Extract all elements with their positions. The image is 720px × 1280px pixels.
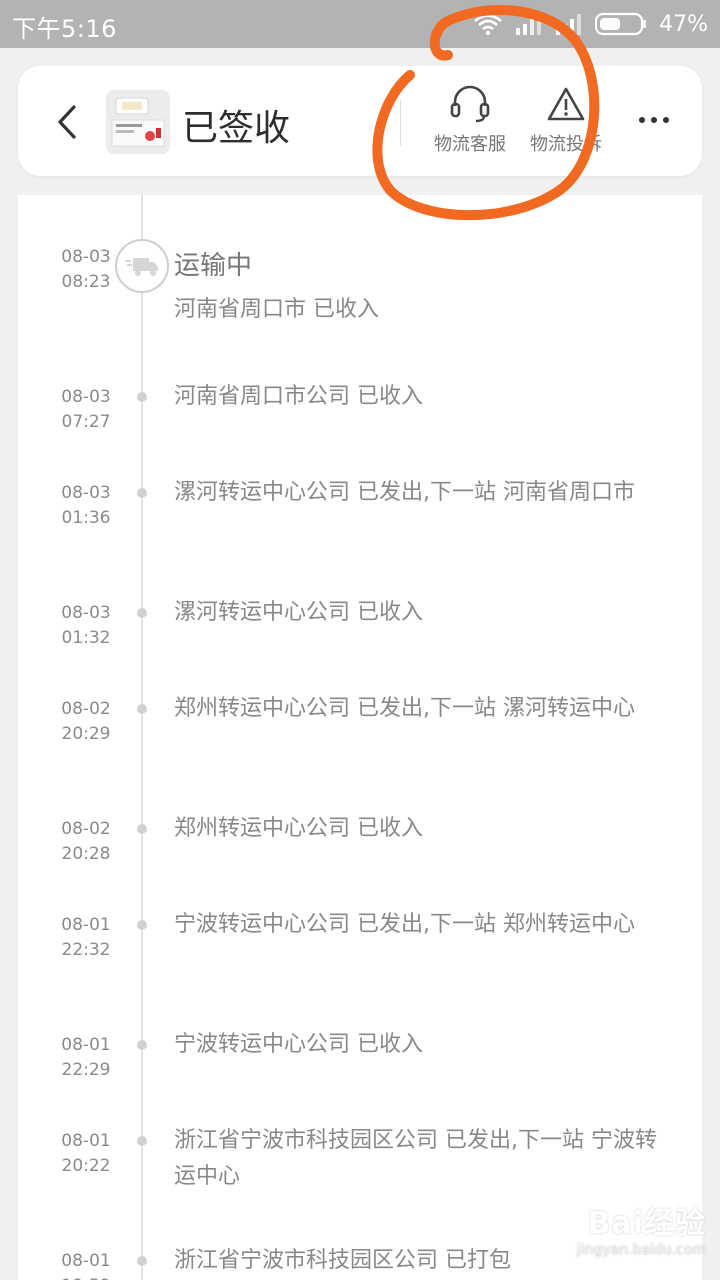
page-title: 已签收 xyxy=(182,108,291,149)
status-icon xyxy=(115,239,169,293)
watermark-url: jingyan.baidu.com xyxy=(576,1242,706,1258)
timeline-date: 08-03 01:32 xyxy=(58,601,114,651)
warning-icon xyxy=(547,87,585,121)
timeline-dot xyxy=(137,1040,147,1050)
timeline-date: 08-03 07:27 xyxy=(58,385,114,435)
watermark-logo: Bai经验 xyxy=(587,1206,706,1241)
timeline-date: 08-03 01:36 xyxy=(58,481,114,531)
logistics-complaint-button[interactable]: 物流投诉 xyxy=(516,84,616,158)
truck-icon xyxy=(125,258,158,276)
battery-icon xyxy=(595,12,647,36)
back-button[interactable] xyxy=(52,102,82,142)
more-dot-icon xyxy=(639,117,645,123)
entry-status-title: 运输中 xyxy=(174,251,253,281)
entry-date: 08-03 xyxy=(61,483,111,503)
timeline-dot xyxy=(137,1136,147,1146)
more-dot-icon xyxy=(663,117,669,123)
timeline-dot xyxy=(137,608,147,618)
watermark: Bai经验 jingyan.baidu.com xyxy=(496,1198,706,1268)
product-image-icon xyxy=(106,90,170,154)
entry-text: 河南省周口市公司 已收入 xyxy=(174,384,423,409)
timeline-dot xyxy=(137,392,147,402)
logistics-service-label: 物流客服 xyxy=(434,134,506,155)
entry-date: 08-03 xyxy=(61,603,111,623)
entry-text: 宁波转运中心公司 已发出,下一站 郑州转运中心 xyxy=(174,912,635,937)
more-dot-icon xyxy=(651,117,657,123)
status-time: 下午5:16 xyxy=(12,15,117,43)
wifi-icon xyxy=(473,12,503,36)
signal-icon-2 xyxy=(555,12,583,36)
timeline-date: 08-02 20:29 xyxy=(58,697,114,747)
timeline-dot xyxy=(137,1256,147,1266)
logistics-complaint-label: 物流投诉 xyxy=(530,134,602,155)
timeline-dot xyxy=(137,824,147,834)
timeline-dot xyxy=(137,488,147,498)
chevron-left-icon xyxy=(58,105,76,139)
entry-text: 漯河转运中心公司 已收入 xyxy=(174,600,423,625)
entry-time: 20:22 xyxy=(61,1156,111,1176)
tracking-timeline-card: 08-03 08:23 运输中 河南省周口市 已收入 08-03 07:27 河南省… xyxy=(18,195,702,1280)
entry-text: 浙江省宁波市科技园区公司 已发出,下一站 宁波转运中心 xyxy=(174,1128,657,1189)
status-indicators: 47% xyxy=(473,9,708,39)
timeline-date: 08-01 19:59 xyxy=(58,1249,114,1280)
timeline-line xyxy=(141,195,143,1280)
header-divider xyxy=(400,100,401,146)
entry-time: 07:27 xyxy=(61,412,111,432)
package-thumbnail[interactable] xyxy=(106,90,170,154)
entry-time: 01:36 xyxy=(61,508,111,528)
timeline-dot xyxy=(137,920,147,930)
entry-date: 08-01 xyxy=(61,1035,111,1055)
timeline-dot xyxy=(137,704,147,714)
header-card: 已签收 物流客服 物流投诉 xyxy=(18,66,702,176)
timeline-date: 08-01 22:32 xyxy=(58,913,114,963)
entry-time: 20:29 xyxy=(61,724,111,744)
entry-text: 河南省周口市 已收入 xyxy=(174,297,379,322)
entry-time: 01:32 xyxy=(61,628,111,648)
headset-icon xyxy=(450,85,490,123)
entry-date: 08-01 xyxy=(61,1251,111,1271)
entry-date: 08-01 xyxy=(61,1131,111,1151)
timeline-date: 08-02 20:28 xyxy=(58,817,114,867)
status-bar: 下午5:16 47% xyxy=(0,0,720,48)
entry-date: 08-03 xyxy=(61,247,111,267)
entry-date: 08-02 xyxy=(61,819,111,839)
entry-time: 22:29 xyxy=(61,1060,111,1080)
entry-date: 08-02 xyxy=(61,699,111,719)
logistics-service-button[interactable]: 物流客服 xyxy=(420,84,520,158)
entry-time: 20:28 xyxy=(61,844,111,864)
entry-time: 08:23 xyxy=(61,272,111,292)
entry-text: 郑州转运中心公司 已收入 xyxy=(174,816,423,841)
battery-percent: 47% xyxy=(659,11,708,37)
entry-text: 宁波转运中心公司 已收入 xyxy=(174,1032,423,1057)
more-button[interactable] xyxy=(630,106,678,134)
signal-icon-1 xyxy=(515,12,543,36)
timeline-date: 08-03 08:23 xyxy=(58,245,114,295)
timeline-date: 08-01 22:29 xyxy=(58,1033,114,1083)
entry-text: 漯河转运中心公司 已发出,下一站 河南省周口市 xyxy=(174,480,635,505)
entry-text: 郑州转运中心公司 已发出,下一站 漯河转运中心 xyxy=(174,696,635,721)
entry-time: 22:32 xyxy=(61,940,111,960)
entry-date: 08-03 xyxy=(61,387,111,407)
entry-date: 08-01 xyxy=(61,915,111,935)
timeline-date: 08-01 20:22 xyxy=(58,1129,114,1179)
entry-time: 19:59 xyxy=(58,1274,114,1280)
